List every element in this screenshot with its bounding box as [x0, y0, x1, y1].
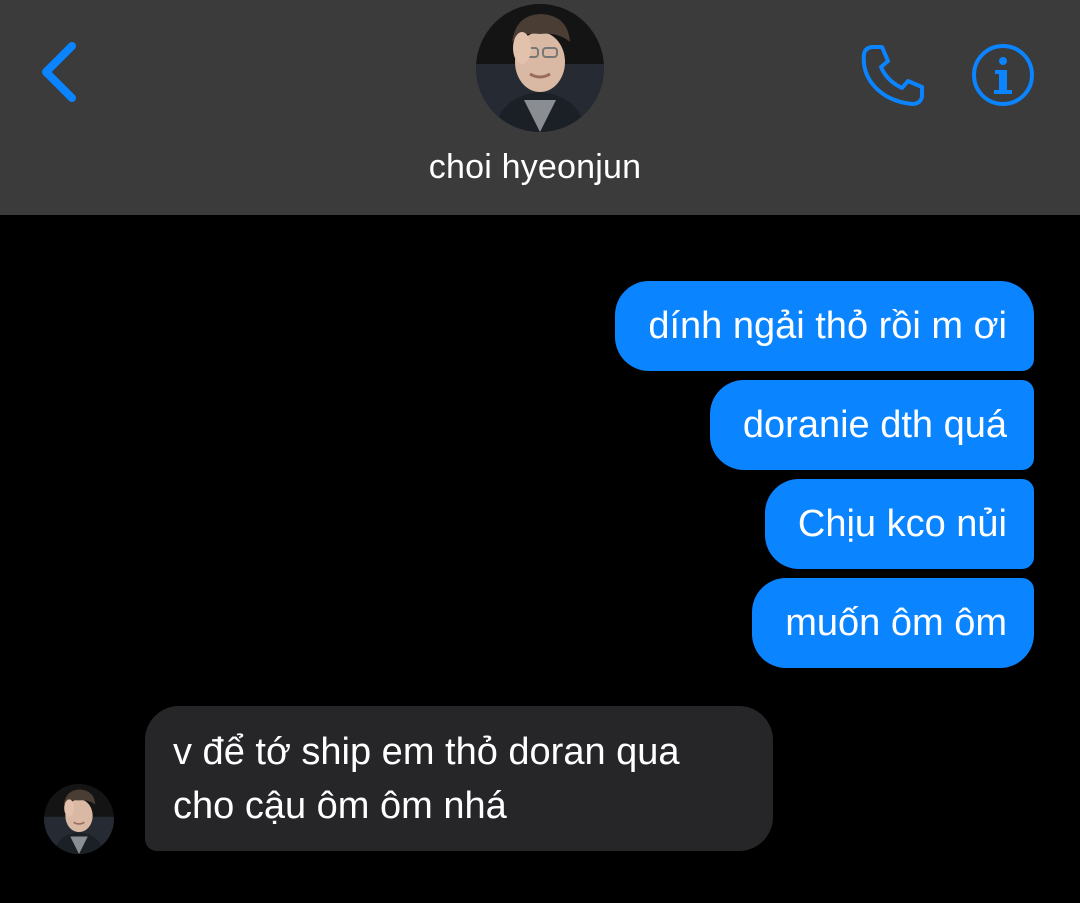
contact-name[interactable]: choi hyeonjun: [0, 148, 1070, 187]
conversation-header: choi hyeonjun: [0, 0, 1080, 215]
info-button[interactable]: [970, 42, 1036, 108]
info-icon: [972, 44, 1034, 106]
phone-icon: [861, 45, 924, 106]
outgoing-message[interactable]: muốn ôm ôm: [752, 578, 1034, 668]
call-button[interactable]: [858, 42, 928, 108]
back-button[interactable]: [34, 38, 86, 106]
outgoing-message[interactable]: doranie dth quá: [709, 380, 1034, 470]
incoming-message-line: v để tớ ship em thỏ doran qua: [173, 731, 680, 773]
outgoing-message[interactable]: dính ngải thỏ rồi m ơi: [615, 281, 1034, 371]
contact-avatar[interactable]: [476, 4, 604, 132]
incoming-message[interactable]: v để tớ ship em thỏ doran qua cho cậu ôm…: [145, 706, 773, 851]
incoming-message-line: cho cậu ôm ôm nhá: [173, 785, 507, 827]
sender-avatar[interactable]: [44, 784, 114, 854]
message-thread: dính ngải thỏ rồi m ơi doranie dth quá C…: [0, 215, 1080, 903]
outgoing-message[interactable]: Chịu kco nủi: [764, 479, 1034, 569]
chevron-left-icon: [42, 42, 76, 102]
